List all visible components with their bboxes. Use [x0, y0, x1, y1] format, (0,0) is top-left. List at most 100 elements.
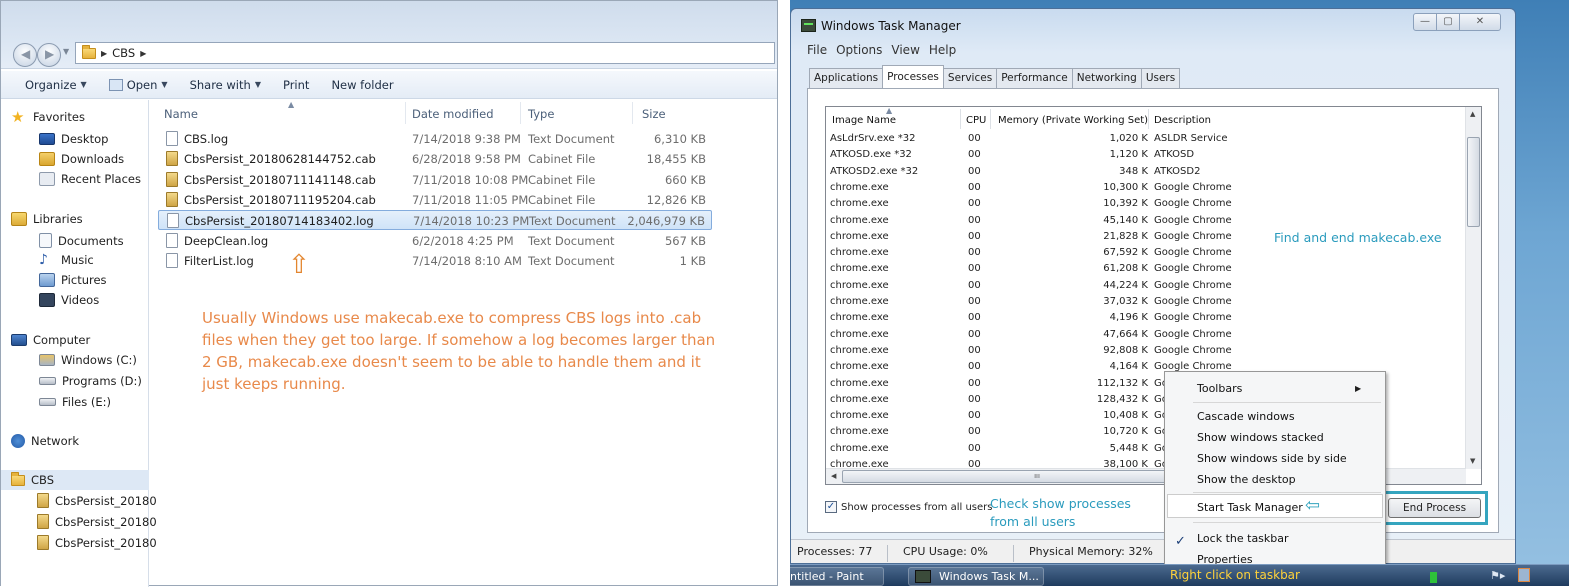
share-with-button[interactable]: Share with ▼ — [190, 78, 261, 92]
nav-recent-places[interactable]: Recent Places — [39, 172, 141, 186]
breadcrumb-chevron-icon[interactable]: ▶ — [140, 49, 146, 58]
column-size[interactable]: Size — [642, 107, 666, 121]
file-row[interactable]: CbsPersist_20180711141148.cab 7/11/2018 1… — [158, 170, 712, 190]
process-row[interactable]: ATKOSD2.exe *32 00 348 K ATKOSD2 — [830, 164, 1470, 180]
process-row[interactable]: chrome.exe 00 10,392 K Google Chrome — [830, 196, 1470, 212]
process-row[interactable]: chrome.exe 00 37,032 K Google Chrome — [830, 294, 1470, 310]
checkbox-checked-icon[interactable]: ✓ — [825, 501, 837, 513]
open-button[interactable]: Open ▼ — [108, 78, 168, 92]
column-cpu[interactable]: CPU — [966, 115, 986, 126]
process-row[interactable]: AsLdrSrv.exe *32 00 1,020 K ASLDR Service — [830, 131, 1470, 147]
menu-item-toolbars[interactable]: Toolbars — [1197, 382, 1242, 395]
menu-item-show-desktop[interactable]: Show the desktop — [1197, 473, 1296, 486]
nav-cbs-child[interactable]: CbsPersist_20180 — [37, 493, 157, 508]
tab-processes[interactable]: Processes — [882, 65, 944, 88]
column-divider[interactable] — [405, 102, 406, 124]
tab-networking[interactable]: Networking — [1071, 68, 1142, 88]
maximize-button[interactable]: ▢ — [1436, 13, 1460, 31]
file-row[interactable]: DeepClean.log 6/2/2018 4:25 PM Text Docume… — [158, 231, 712, 251]
tab-users[interactable]: Users — [1140, 68, 1181, 88]
process-row[interactable]: chrome.exe 00 10,300 K Google Chrome — [830, 180, 1470, 196]
menu-item-show-windows-side-by-side[interactable]: Show windows side by side — [1197, 452, 1347, 465]
nav-drive-d[interactable]: Programs (D:) — [39, 374, 142, 388]
process-row[interactable]: ATKOSD.exe *32 00 1,120 K ATKOSD — [830, 147, 1470, 163]
file-row[interactable]: CBS.log 7/14/2018 9:38 PM Text Document 6,3… — [158, 129, 712, 149]
column-divider[interactable] — [632, 102, 633, 124]
tray-network-icon[interactable] — [1518, 568, 1530, 582]
nav-music[interactable]: ♪ Music — [39, 253, 94, 267]
print-button[interactable]: Print — [283, 78, 309, 92]
process-row[interactable]: chrome.exe 00 45,140 K Google Chrome — [830, 213, 1470, 229]
process-row[interactable]: chrome.exe 00 4,196 K Google Chrome — [830, 310, 1470, 326]
menu-view[interactable]: View — [891, 43, 919, 57]
column-divider[interactable] — [1148, 109, 1149, 129]
recent-pages-dropdown-icon[interactable]: ▼ — [63, 47, 69, 56]
process-row[interactable]: chrome.exe 00 92,808 K Google Chrome — [830, 343, 1470, 359]
scroll-left-icon[interactable]: ◀ — [831, 472, 836, 480]
scroll-down-icon[interactable]: ▼ — [1470, 457, 1475, 465]
nav-pictures[interactable]: Pictures — [39, 273, 107, 287]
process-row[interactable]: chrome.exe 00 44,224 K Google Chrome — [830, 278, 1470, 294]
menu-item-cascade-windows[interactable]: Cascade windows — [1197, 410, 1295, 423]
breadcrumb-separator-icon[interactable]: ▶ — [101, 49, 107, 58]
nav-cbs-child[interactable]: CbsPersist_20180 — [37, 514, 157, 529]
minimize-button[interactable]: — — [1413, 13, 1437, 31]
menu-help[interactable]: Help — [929, 43, 956, 57]
desktop-background[interactable]: Windows Task Manager — ▢ ✕ File Options … — [790, 0, 1569, 586]
address-bar[interactable]: ▶ CBS ▶ — [75, 42, 775, 64]
menu-item-show-windows-stacked[interactable]: Show windows stacked — [1197, 431, 1324, 444]
process-row[interactable]: chrome.exe 00 47,664 K Google Chrome — [830, 327, 1470, 343]
end-process-button[interactable]: End Process — [1388, 498, 1481, 518]
close-button[interactable]: ✕ — [1459, 13, 1501, 31]
nav-libraries[interactable]: Libraries — [11, 212, 83, 226]
column-image-name[interactable]: Image Name — [832, 115, 896, 126]
breadcrumb-cbs[interactable]: CBS — [112, 46, 135, 60]
menu-item-start-task-manager[interactable]: Start Task Manager — [1197, 501, 1303, 514]
nav-favorites[interactable]: ★ Favorites — [11, 110, 85, 125]
scroll-up-icon[interactable]: ▲ — [1470, 110, 1475, 118]
nav-cbs-child[interactable]: CbsPersist_20180 — [37, 535, 157, 550]
action-center-flag-icon[interactable]: ⚑▸ — [1490, 569, 1505, 582]
nav-downloads[interactable]: Downloads — [39, 152, 124, 166]
column-divider[interactable] — [960, 109, 961, 129]
nav-cbs[interactable]: CBS — [11, 471, 54, 487]
tray-status-icon[interactable] — [1430, 572, 1437, 583]
nav-desktop[interactable]: Desktop — [39, 132, 108, 146]
new-folder-button[interactable]: New folder — [331, 78, 393, 92]
taskbar[interactable]: ntitled - Paint Windows Task M... Right … — [786, 564, 1569, 586]
file-row[interactable]: CbsPersist_20180711195204.cab 7/11/2018 1… — [158, 190, 712, 210]
column-divider[interactable] — [520, 102, 521, 124]
column-memory[interactable]: Memory (Private Working Set) — [998, 115, 1148, 126]
nav-documents[interactable]: Documents — [39, 233, 124, 248]
show-all-users-checkbox[interactable]: ✓ Show processes from all users — [825, 501, 992, 513]
tab-applications[interactable]: Applications — [809, 68, 884, 88]
menu-file[interactable]: File — [807, 43, 827, 57]
tab-performance[interactable]: Performance — [996, 68, 1073, 88]
menu-item-lock-taskbar[interactable]: Lock the taskbar — [1197, 532, 1289, 545]
column-description[interactable]: Description — [1154, 115, 1211, 126]
nav-videos[interactable]: Videos — [39, 293, 99, 307]
process-row[interactable]: chrome.exe 00 61,208 K Google Chrome — [830, 261, 1470, 277]
tab-services[interactable]: Services — [942, 68, 998, 88]
file-row[interactable]: CbsPersist_20180714183402.log 7/14/2018 1… — [158, 210, 712, 231]
column-type[interactable]: Type — [528, 107, 554, 121]
process-image-name: chrome.exe — [830, 361, 889, 373]
vertical-scroll-thumb[interactable] — [1467, 137, 1480, 227]
nav-drive-c[interactable]: Windows (C:) — [39, 353, 137, 367]
column-name[interactable]: Name — [164, 107, 198, 121]
nav-drive-e[interactable]: Files (E:) — [39, 395, 111, 409]
forward-button[interactable]: ▶ — [37, 43, 61, 67]
process-row[interactable]: chrome.exe 00 67,592 K Google Chrome — [830, 245, 1470, 261]
back-button[interactable]: ◀ — [13, 43, 37, 67]
file-row[interactable]: FilterList.log 7/14/2018 8:10 AM Text Docu… — [158, 251, 712, 271]
organize-button[interactable]: Organize ▼ — [25, 78, 87, 92]
vertical-scrollbar[interactable]: ▲ ▼ — [1465, 107, 1481, 469]
taskbar-button-task-manager[interactable]: Windows Task M... — [908, 567, 1044, 586]
nav-network[interactable]: Network — [11, 434, 79, 448]
nav-computer[interactable]: Computer — [11, 333, 90, 347]
column-date-modified[interactable]: Date modified — [412, 107, 494, 121]
menu-options[interactable]: Options — [836, 43, 882, 57]
column-divider[interactable] — [990, 109, 991, 129]
file-row[interactable]: CbsPersist_20180628144752.cab 6/28/2018 9… — [158, 149, 712, 169]
taskbar-button-paint[interactable]: ntitled - Paint — [786, 567, 884, 586]
